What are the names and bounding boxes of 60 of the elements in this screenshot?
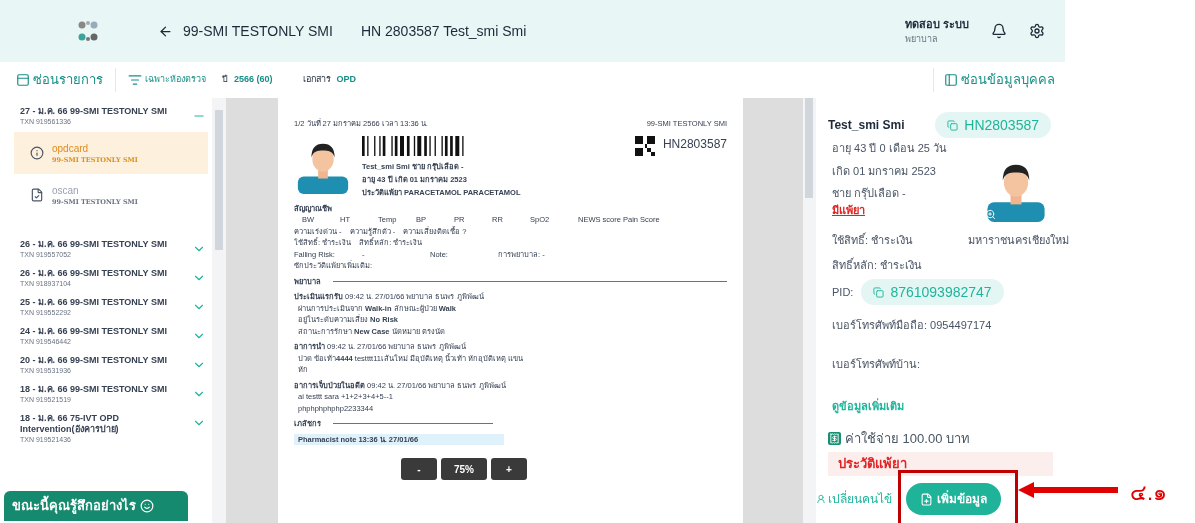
zoom-photo-icon[interactable] [985, 209, 996, 220]
zoom-level: 75% [441, 458, 487, 480]
filter-icon [128, 73, 142, 87]
change-patient-button[interactable]: เปลี่ยนคนไข้ [816, 490, 892, 508]
visit-title[interactable]: 18 - ม.ค. 66 75-IVT OPD Intervention(อังคารบ่าย) [20, 413, 192, 435]
file-check-icon [30, 188, 44, 202]
allergy-link[interactable]: มีแพ้ยา [832, 201, 983, 218]
person-icon [816, 494, 826, 504]
patient-right: ใช้สิทธิ์: ชำระเงิน [832, 232, 914, 248]
visit-title[interactable]: 26 - ม.ค. 66 99-SMI TESTONLY SMI [20, 239, 192, 250]
user-name: ทดสอบ ระบบ [904, 17, 969, 32]
document-type-selector[interactable]: OPD [336, 73, 357, 87]
home-phone: เบอร์โทรศัพท์บ้าน: [831, 356, 922, 372]
year-selector[interactable]: 2566 (60) [234, 73, 273, 87]
document-name: oscan [52, 183, 80, 198]
file-plus-icon [920, 492, 933, 506]
filter-button[interactable]: เฉพาะห้องตรวจ [128, 73, 206, 87]
visit-title[interactable]: 20 - ม.ค. 66 99-SMI TESTONLY SMI [20, 355, 192, 366]
zoom-out-button[interactable]: - [401, 458, 437, 480]
visit-title[interactable]: 26 - ม.ค. 66 99-SMI TESTONLY SMI [20, 268, 192, 279]
document-hn: HN2803587 [662, 135, 727, 152]
annotation-label: ๔.๑ [1130, 479, 1168, 507]
panel-icon [944, 73, 958, 87]
info-document-icon [30, 146, 44, 160]
patient-gender-blood: ชาย กรุ๊ปเลือด - [832, 186, 907, 202]
qr-code [634, 135, 655, 156]
patient-title: HN 2803587 Test_smi Smi [360, 21, 527, 41]
main-right: สิทธิ์หลัก: ชำระเงิน [831, 256, 924, 273]
patient-birth: เกิด 01 มกราคม 2523 [832, 163, 937, 179]
copy-icon [873, 286, 885, 298]
cost-text: ค่าใช้จ่าย 100.00 บาท [845, 429, 970, 448]
zoom-in-button[interactable]: + [491, 458, 527, 480]
clinic-title: 99-SMI TESTONLY SMI [183, 21, 333, 41]
hide-person-button[interactable]: ซ่อนข้อมูลบุคคล [944, 70, 1055, 90]
allergy-history-banner: ประวัติแพ้ยา [828, 452, 1053, 476]
visit-title[interactable]: 25 - ม.ค. 66 99-SMI TESTONLY SMI [20, 297, 192, 308]
hide-list-button[interactable]: ซ่อนรายการ [16, 70, 103, 90]
visit-title[interactable]: 27 - ม.ค. 66 99-SMI TESTONLY SMI [20, 106, 192, 117]
year-label: ปี [222, 73, 228, 87]
visit-title[interactable]: 24 - ม.ค. 66 99-SMI TESTONLY SMI [20, 326, 192, 337]
patient-name: Test_smi Smi [828, 117, 905, 134]
copy-icon [947, 119, 959, 131]
pid-label: PID: [832, 284, 854, 300]
document-label: เอกสาร [302, 73, 331, 87]
settings-button[interactable] [1029, 23, 1045, 39]
mobile-phone: เบอร์โทรศัพท์มือถือ: 0954497174 [831, 318, 993, 333]
document-name: opdcard [52, 141, 90, 156]
smiley-icon [140, 499, 154, 513]
patient-age: อายุ 43 ปี 0 เดือน 25 วัน [832, 141, 948, 157]
add-data-button[interactable]: เพิ่มข้อมูล [906, 483, 1001, 515]
logo-icon [76, 19, 100, 43]
receipt-icon [828, 431, 841, 445]
visit-title[interactable]: 18 - ม.ค. 66 99-SMI TESTONLY SMI [20, 384, 192, 395]
feedback-button[interactable]: ขณะนี้คุณรู้สึกอย่างไร [4, 491, 188, 521]
hospital-name: มหาราชนครเชียงใหม่ [968, 233, 1069, 248]
back-button[interactable] [158, 23, 173, 39]
user-role: พยาบาล [904, 32, 939, 46]
notification-button[interactable] [991, 23, 1007, 39]
more-info-link[interactable]: ดูข้อมูลเพิ่มเติม [828, 398, 1061, 415]
panel-icon [16, 73, 30, 87]
